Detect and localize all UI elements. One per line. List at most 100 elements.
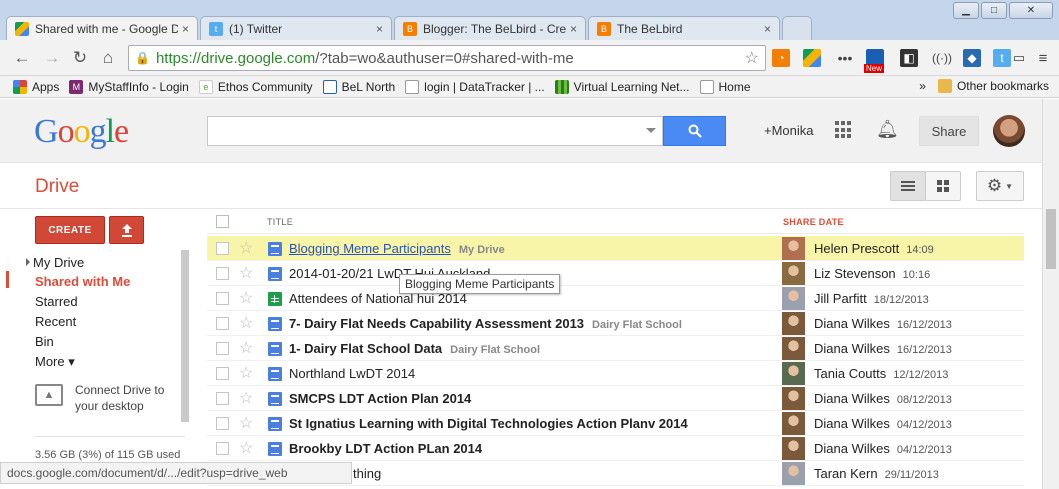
maximize-button[interactable]: □ bbox=[981, 2, 1007, 19]
nav-starred[interactable]: Starred bbox=[35, 294, 78, 309]
bookmark-mystaffinfo[interactable]: M MyStaffInfo - Login bbox=[64, 79, 194, 94]
file-name[interactable]: 1- Dairy Flat School Data Dairy Flat Scho… bbox=[289, 341, 540, 356]
google-logo[interactable]: Google bbox=[34, 113, 129, 151]
star-icon[interactable]: ☆ bbox=[239, 388, 253, 408]
tab-belbird[interactable]: B The BeLbird × bbox=[588, 16, 780, 40]
account-avatar[interactable] bbox=[993, 115, 1025, 147]
table-row[interactable]: ☆ SMCPS LDT Action Plan 2014 Diana Wilkes 0… bbox=[207, 386, 1024, 411]
share-button[interactable]: Share bbox=[919, 116, 979, 146]
table-row[interactable]: ☆ 2014-01-20/21 LwDT Hui Auckland Liz Stev… bbox=[207, 261, 1024, 286]
rss-icon[interactable]: ◔ bbox=[772, 49, 790, 67]
row-checkbox[interactable] bbox=[216, 417, 229, 430]
notifications-bell-icon[interactable]: 🔔︎ bbox=[876, 119, 899, 140]
close-window-button[interactable]: ✕ bbox=[1009, 2, 1053, 19]
row-checkbox[interactable] bbox=[216, 292, 229, 305]
create-button[interactable]: CREATE bbox=[35, 216, 105, 244]
list-view-button[interactable] bbox=[890, 171, 926, 201]
menu-icon[interactable]: ≡ bbox=[1034, 49, 1052, 67]
new-tab-button[interactable] bbox=[782, 16, 812, 40]
puzzle-icon[interactable]: ◧ bbox=[900, 49, 918, 67]
tab-twitter[interactable]: t (1) Twitter × bbox=[200, 16, 392, 40]
table-row[interactable]: ☆ 7- Dairy Flat Needs Capability Assessme… bbox=[207, 311, 1024, 336]
file-name[interactable]: Brookby LDT Action PLan 2014 bbox=[289, 441, 482, 456]
twitter-extension-icon[interactable]: t bbox=[993, 49, 1011, 67]
column-header-title[interactable]: TITLE bbox=[267, 217, 293, 227]
apps-launcher-icon[interactable] bbox=[835, 121, 853, 139]
drive-extension-icon[interactable] bbox=[803, 49, 821, 67]
other-bookmarks[interactable]: Other bookmarks bbox=[937, 79, 1049, 93]
bookmark-home[interactable]: Home bbox=[695, 79, 756, 94]
grid-view-button[interactable] bbox=[925, 171, 961, 201]
close-tab-icon[interactable]: × bbox=[376, 22, 383, 36]
close-tab-icon[interactable]: × bbox=[764, 22, 771, 36]
file-name[interactable]: thing bbox=[353, 466, 381, 481]
broadcast-icon[interactable]: ((·)) bbox=[932, 49, 952, 67]
row-checkbox[interactable] bbox=[216, 342, 229, 355]
column-header-share-date[interactable]: SHARE DATE bbox=[783, 217, 844, 227]
extension-new-icon[interactable]: New bbox=[864, 49, 885, 73]
scrollbar-thumb[interactable] bbox=[1046, 209, 1056, 269]
bookmark-star-icon[interactable]: ☆ bbox=[745, 48, 759, 68]
star-icon[interactable]: ☆ bbox=[239, 338, 253, 358]
star-icon[interactable]: ☆ bbox=[239, 238, 253, 258]
file-name[interactable]: St Ignatius Learning with Digital Techno… bbox=[289, 416, 688, 431]
page-scrollbar[interactable] bbox=[1042, 99, 1059, 489]
nav-shared-with-me[interactable]: Shared with Me bbox=[35, 274, 130, 289]
close-tab-icon[interactable]: × bbox=[182, 22, 189, 36]
file-location[interactable]: My Drive bbox=[459, 244, 505, 256]
forward-arrow-icon[interactable]: → bbox=[42, 48, 62, 68]
back-arrow-icon[interactable]: ← bbox=[12, 48, 32, 68]
table-row[interactable]: ☆ Brookby LDT Action PLan 2014 Diana Wilke… bbox=[207, 436, 1024, 461]
search-input[interactable] bbox=[208, 117, 638, 145]
tab-blogger-create[interactable]: B Blogger: The BeLbird - Cre × bbox=[394, 16, 586, 40]
select-all-checkbox[interactable] bbox=[216, 215, 229, 228]
nav-my-drive[interactable]: My Drive bbox=[33, 255, 84, 270]
file-location[interactable]: Dairy Flat School bbox=[592, 319, 682, 331]
star-icon[interactable]: ☆ bbox=[239, 288, 253, 308]
reload-icon[interactable]: ↻ bbox=[70, 48, 90, 68]
row-checkbox[interactable] bbox=[216, 242, 229, 255]
row-checkbox[interactable] bbox=[216, 267, 229, 280]
close-tab-icon[interactable]: × bbox=[570, 22, 577, 36]
search-options-dropdown-icon[interactable] bbox=[646, 128, 656, 133]
nav-more[interactable]: More ▾ bbox=[35, 354, 75, 370]
bookmark-bel-north[interactable]: BeL North bbox=[318, 79, 401, 94]
nav-recent[interactable]: Recent bbox=[35, 314, 76, 329]
row-checkbox[interactable] bbox=[216, 317, 229, 330]
star-icon[interactable]: ☆ bbox=[239, 313, 253, 333]
table-row[interactable]: ☆ Blogging Meme Participants My Drive Helen… bbox=[207, 236, 1024, 261]
connect-drive-promo[interactable]: ▲ Connect Drive to your desktop bbox=[35, 382, 180, 414]
bookmarks-overflow-button[interactable]: » bbox=[919, 79, 926, 93]
minimize-button[interactable]: ▁ bbox=[953, 2, 979, 19]
star-icon[interactable]: ☆ bbox=[239, 263, 253, 283]
star-icon[interactable]: ☆ bbox=[239, 363, 253, 383]
row-checkbox[interactable] bbox=[216, 367, 229, 380]
table-row[interactable]: ☆ St Ignatius Learning with Digital Techn… bbox=[207, 411, 1024, 436]
row-checkbox[interactable] bbox=[216, 442, 229, 455]
settings-button[interactable]: ⚙ ▼ bbox=[976, 171, 1024, 201]
bookmark-datatracker[interactable]: login | DataTracker | ... bbox=[400, 79, 550, 94]
table-row[interactable]: ☆ 1- Dairy Flat School Data Dairy Flat Sch… bbox=[207, 336, 1024, 361]
file-location[interactable]: Dairy Flat School bbox=[450, 344, 540, 356]
upload-button[interactable] bbox=[109, 216, 144, 244]
tab-shared-with-me[interactable]: Shared with me - Google D × bbox=[6, 16, 198, 40]
nav-scrollbar[interactable] bbox=[181, 250, 189, 422]
cast-icon[interactable]: ▭ bbox=[1010, 49, 1028, 67]
expand-triangle-icon[interactable] bbox=[26, 258, 30, 266]
file-name[interactable]: SMCPS LDT Action Plan 2014 bbox=[289, 391, 471, 406]
file-name[interactable]: 7- Dairy Flat Needs Capability Assessmen… bbox=[289, 316, 682, 331]
row-checkbox[interactable] bbox=[216, 392, 229, 405]
address-bar[interactable]: 🔒 https://drive.google.com/?tab=wo&authu… bbox=[128, 45, 766, 71]
star-icon[interactable]: ☆ bbox=[239, 413, 253, 433]
nav-bin[interactable]: Bin bbox=[35, 334, 54, 349]
drive-title[interactable]: Drive bbox=[35, 176, 79, 198]
file-name[interactable]: Blogging Meme Participants My Drive bbox=[289, 241, 505, 256]
search-button[interactable] bbox=[663, 116, 726, 146]
table-row[interactable]: ☆ Northland LwDT 2014 Tania Coutts 12/12/20… bbox=[207, 361, 1024, 386]
bookmark-vln[interactable]: Virtual Learning Net... bbox=[550, 79, 695, 94]
table-row[interactable]: ☆ Attendees of National hui 2014 Jill Parf… bbox=[207, 286, 1024, 311]
star-icon[interactable]: ☆ bbox=[239, 438, 253, 458]
more-dots-icon[interactable]: ••• bbox=[836, 49, 854, 67]
bookmark-apps[interactable]: Apps bbox=[8, 79, 64, 94]
sharing-icon[interactable]: ◆ bbox=[963, 49, 981, 67]
